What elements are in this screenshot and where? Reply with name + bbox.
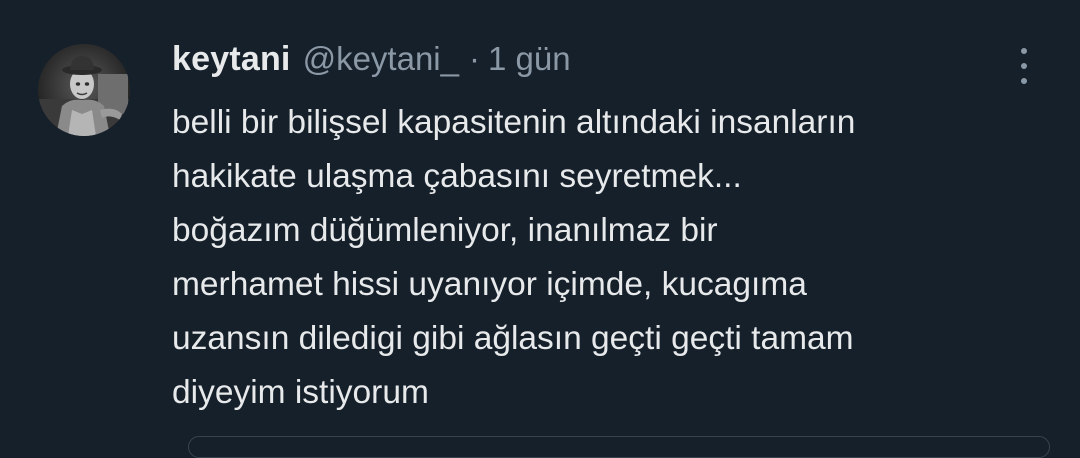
- tweet-text-line: merhamet hissi uyanıyor içimde, kucagıma: [172, 266, 807, 303]
- more-vertical-icon[interactable]: [1010, 48, 1038, 84]
- tweet-timestamp[interactable]: 1 gün: [488, 40, 571, 78]
- more-dot: [1021, 63, 1027, 69]
- separator-dot: ·: [469, 40, 480, 77]
- tweet-text-line: belli bir bilişsel kapasitenin altındaki…: [172, 104, 856, 141]
- tweet-header: keytani @keytani_ · 1 gün: [172, 40, 571, 88]
- author-display-name[interactable]: keytani: [172, 40, 291, 79]
- quoted-card-edge[interactable]: [188, 436, 1050, 458]
- tweet-text: belli bir bilişsel kapasitenin altındaki…: [172, 96, 1052, 420]
- tweet-text-line: uzansın diledigi gibi ağlasın geçti geçt…: [172, 320, 854, 357]
- more-dot: [1021, 78, 1027, 84]
- tweet[interactable]: keytani @keytani_ · 1 gün belli bir bili…: [0, 0, 1080, 458]
- avatar[interactable]: [38, 44, 130, 136]
- more-dot: [1021, 48, 1027, 54]
- tweet-text-line: diyeyim istiyorum: [172, 374, 429, 411]
- avatar-image: [38, 44, 130, 136]
- tweet-text-line: hakikate ulaşma çabasını seyretmek...: [172, 158, 742, 195]
- author-handle[interactable]: @keytani_: [303, 40, 459, 78]
- tweet-text-line: boğazım düğümleniyor, inanılmaz bir: [172, 212, 718, 249]
